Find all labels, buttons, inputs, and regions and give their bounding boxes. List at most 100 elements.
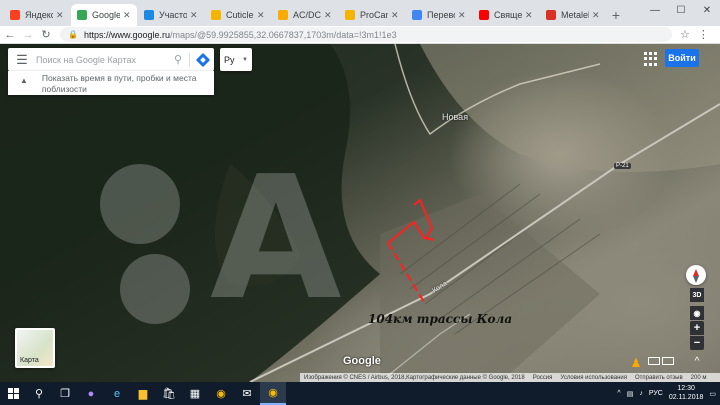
store-icon[interactable]: 🛍 — [156, 382, 182, 405]
mail-icon[interactable]: ✉ — [234, 382, 260, 405]
cortana-icon[interactable]: ● — [78, 382, 104, 405]
tab-acdc[interactable]: AC/DC - Hig ✕ — [272, 4, 338, 26]
tab-plot[interactable]: Участок 7Га ✕ — [138, 4, 204, 26]
attribution-feedback[interactable]: Отправить отзыв — [635, 375, 683, 381]
tab-close-icon[interactable]: ✕ — [458, 10, 466, 21]
tab-close-icon[interactable]: ✕ — [324, 10, 332, 21]
tab-close-icon[interactable]: ✕ — [525, 10, 533, 21]
place-label[interactable]: Новая — [442, 112, 468, 122]
address-bar[interactable]: 🔒 https://www.google.ru /maps/@59.992585… — [60, 27, 672, 42]
chevron-up-icon[interactable]: ^ — [617, 390, 620, 397]
tab-close-icon[interactable]: ✕ — [592, 10, 600, 21]
tab-translate[interactable]: Перевод на ✕ — [406, 4, 472, 26]
edge-icon[interactable]: e — [104, 382, 130, 405]
chevron-up-icon: ▲ — [20, 76, 28, 85]
attribution-terms[interactable]: Условия использования — [560, 375, 627, 381]
tilt-3d-button[interactable]: 3D — [690, 288, 704, 302]
tab-title: Священн — [494, 10, 522, 20]
maximize-icon[interactable]: ☐ — [668, 0, 694, 20]
youtube-favicon-icon — [479, 10, 489, 20]
network-icon[interactable]: ▤ — [627, 390, 634, 398]
tab-yandex[interactable]: Яндекс ✕ — [4, 4, 70, 26]
tab-procam[interactable]: ProCam XR ✕ — [339, 4, 405, 26]
expand-icon[interactable]: ^ — [690, 355, 704, 367]
play-favicon-icon — [278, 10, 288, 20]
language-value: Ру — [224, 54, 235, 65]
tab-title: Участок 7Га — [159, 10, 187, 20]
search-input[interactable] — [36, 54, 169, 65]
tab-title: ProCam XR — [360, 10, 388, 20]
tab-close-icon[interactable]: ✕ — [257, 10, 265, 21]
tab-google-maps[interactable]: Google Карты ✕ — [71, 4, 137, 26]
chrome-active-icon[interactable]: ◉ — [260, 382, 286, 405]
hamburger-menu-icon[interactable]: ☰ — [8, 52, 36, 68]
tab-close-icon[interactable]: ✕ — [123, 10, 131, 21]
google-favicon-icon — [412, 10, 422, 20]
volume-icon[interactable]: ♪ — [639, 390, 643, 397]
url-host: https://www.google.ru — [83, 29, 171, 40]
tab-cuticle[interactable]: Cuticle Scis ✕ — [205, 4, 271, 26]
apps-grid-icon[interactable] — [644, 52, 658, 66]
scale-bar[interactable]: 200 м — [691, 375, 707, 381]
site-favicon-icon — [144, 10, 154, 20]
tab-title: AC/DC - Hig — [293, 10, 321, 20]
minimize-icon[interactable]: — — [642, 0, 668, 20]
zoom-in-button[interactable]: + — [690, 321, 704, 335]
windows-taskbar: ⚲ ❐ ● e ▆ 🛍 ▦ ◉ ✉ ◉ ^ ▤ ♪ РУС 12:30 02.1… — [0, 382, 720, 405]
close-window-icon[interactable]: ✕ — [694, 0, 720, 20]
tab-title: Metaleks | — [561, 10, 589, 20]
tab-strip: Яндекс ✕ Google Карты ✕ Участок 7Га ✕ Cu… — [0, 0, 720, 26]
tab-close-icon[interactable]: ✕ — [391, 10, 399, 21]
reload-icon[interactable]: ↻ — [38, 27, 54, 43]
my-location-icon[interactable]: ◉ — [690, 306, 704, 320]
back-icon[interactable]: ← — [2, 27, 18, 43]
google-maps-favicon-icon — [77, 10, 87, 20]
search-icon[interactable]: ⚲ — [169, 53, 187, 66]
road-number-badge: Р-21 — [614, 163, 631, 169]
watermark-logo: A — [100, 134, 342, 334]
clock[interactable]: 12:30 02.11.2018 — [669, 385, 704, 401]
notifications-icon[interactable]: ▭ — [709, 390, 716, 398]
yandex-favicon-icon — [10, 10, 20, 20]
directions-icon[interactable] — [192, 52, 214, 67]
maps-search-box: ☰ ⚲ — [8, 48, 214, 71]
google-logo: Google — [343, 355, 381, 367]
forward-icon[interactable]: → — [20, 27, 36, 43]
satellite-map[interactable]: A Новая Р-21 Кола 104км трассы Кола Goog… — [0, 44, 720, 382]
layer-switcher[interactable]: Карта — [15, 328, 55, 368]
site-favicon-icon — [546, 10, 556, 20]
tab-title: Перевод на — [427, 10, 455, 20]
site-favicon-icon — [211, 10, 221, 20]
tab-youtube[interactable]: Священн ✕ — [473, 4, 539, 26]
signin-button[interactable]: Войти — [665, 49, 699, 67]
tab-title: Яндекс — [25, 10, 53, 20]
start-button[interactable] — [0, 382, 26, 405]
pegman-icon[interactable]: ♟ — [630, 355, 642, 371]
tab-close-icon[interactable]: ✕ — [56, 10, 64, 21]
input-language[interactable]: РУС — [649, 390, 663, 397]
site-favicon-icon — [345, 10, 355, 20]
bookmark-star-icon[interactable]: ☆ — [680, 28, 690, 41]
task-view-icon[interactable]: ❐ — [52, 382, 78, 405]
tab-title: Cuticle Scis — [226, 10, 254, 20]
tab-metaleks[interactable]: Metaleks | ✕ — [540, 4, 606, 26]
attribution-copyright: Изображения © CNES / Airbus, 2018,Картог… — [304, 374, 525, 381]
url-path: /maps/@59.9925855,32.0667837,1703m/data=… — [170, 29, 397, 40]
new-tab-button[interactable]: + — [607, 4, 625, 26]
plot-annotation: 104км трассы Кола — [368, 312, 513, 326]
nearby-hint[interactable]: ▲ Показать время в пути, пробки и места … — [8, 71, 214, 95]
file-explorer-icon[interactable]: ▆ — [130, 382, 156, 405]
search-icon[interactable]: ⚲ — [26, 382, 52, 405]
calculator-icon[interactable]: ▦ — [182, 382, 208, 405]
tab-title: Google Карты — [92, 10, 120, 20]
tab-close-icon[interactable]: ✕ — [190, 10, 198, 21]
attribution-country[interactable]: Россия — [533, 375, 553, 381]
zoom-out-button[interactable]: − — [690, 336, 704, 350]
browser-menu-icon[interactable]: ⋮ — [698, 28, 709, 41]
hint-text: Показать время в пути, пробки и места по… — [41, 73, 197, 94]
chrome-icon[interactable]: ◉ — [208, 382, 234, 405]
language-select[interactable]: Ру ▼ — [220, 48, 252, 71]
imagery-options[interactable] — [648, 357, 674, 365]
compass-icon[interactable] — [686, 265, 706, 285]
map-attribution: Изображения © CNES / Airbus, 2018,Картог… — [300, 373, 720, 382]
